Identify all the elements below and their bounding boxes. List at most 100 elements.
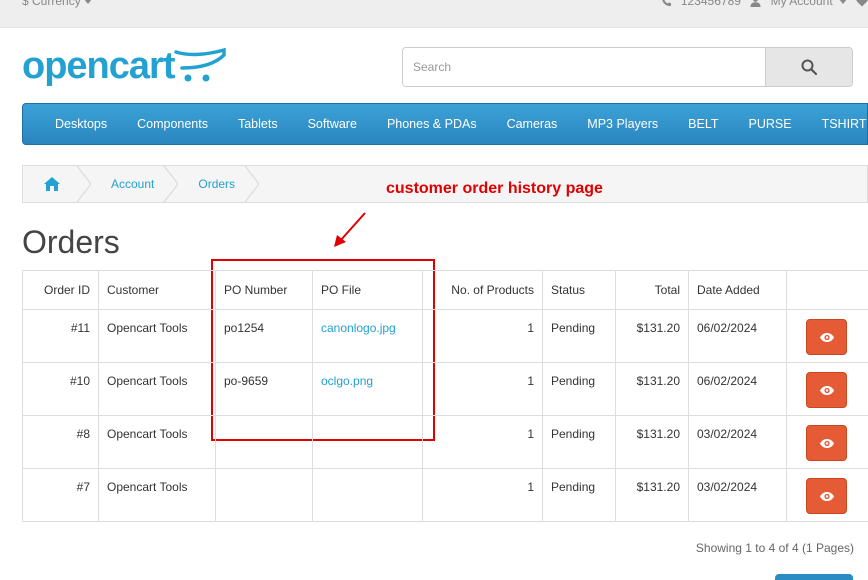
my-account-label: My Account <box>770 0 833 8</box>
pagination-summary: Showing 1 to 4 of 4 (1 Pages) <box>695 541 854 555</box>
action-cell <box>786 415 868 469</box>
table-row: #10 Opencart Tools po-9659 oclgo.png 1 P… <box>22 362 868 416</box>
total: $131.20 <box>615 362 689 416</box>
po-file-cell <box>312 415 423 469</box>
breadcrumb-separator <box>164 166 179 202</box>
menu-item-software[interactable]: Software <box>293 103 372 145</box>
po-file-cell: canonlogo.jpg <box>312 309 423 363</box>
search-icon <box>801 59 817 75</box>
breadcrumb-home[interactable] <box>23 166 91 202</box>
currency-dropdown[interactable]: $ Currency <box>22 0 92 8</box>
home-icon <box>44 177 60 191</box>
eye-icon <box>819 385 834 395</box>
po-file-cell: oclgo.png <box>312 362 423 416</box>
eye-icon <box>819 332 834 342</box>
orders-table: Order ID Customer PO Number PO File No. … <box>22 270 868 522</box>
status: Pending <box>542 468 616 522</box>
phone-icon <box>661 0 671 7</box>
logo-text: opencart <box>22 45 175 87</box>
annotation-label: customer order history page <box>386 180 603 197</box>
customer: Opencart Tools <box>98 415 216 469</box>
total: $131.20 <box>615 415 689 469</box>
po-file-link[interactable]: oclgo.png <box>321 374 373 388</box>
view-order-button[interactable] <box>806 319 847 355</box>
breadcrumb-account[interactable]: Account <box>91 166 179 202</box>
table-row: #7 Opencart Tools 1 Pending $131.20 03/0… <box>22 468 868 522</box>
continue-button[interactable] <box>775 574 853 580</box>
heart-icon <box>856 0 868 7</box>
date-added: 03/02/2024 <box>688 415 787 469</box>
date-added: 03/02/2024 <box>688 468 787 522</box>
search-input[interactable] <box>403 48 767 86</box>
po-number <box>215 415 313 469</box>
col-customer: Customer <box>98 270 216 310</box>
currency-label: $ Currency <box>22 0 81 8</box>
menu-item-desktops[interactable]: Desktops <box>23 103 122 145</box>
phone-link[interactable]: 123456789 <box>661 0 745 8</box>
product-count: 1 <box>422 468 543 522</box>
wishlist-link[interactable] <box>856 0 868 8</box>
total: $131.20 <box>615 309 689 363</box>
breadcrumb-orders-label: Orders <box>198 177 236 191</box>
product-count: 1 <box>422 362 543 416</box>
table-header-row: Order ID Customer PO Number PO File No. … <box>22 270 868 310</box>
view-order-button[interactable] <box>806 478 847 514</box>
table-row: #11 Opencart Tools po1254 canonlogo.jpg … <box>22 309 868 363</box>
eye-icon <box>819 438 834 448</box>
menu-item-cameras[interactable]: Cameras <box>492 103 573 145</box>
po-file-cell <box>312 468 423 522</box>
eye-icon <box>819 491 834 501</box>
top-bar: $ Currency 123456789 My Account <box>0 0 868 28</box>
menu-item-phones-pdas[interactable]: Phones & PDAs <box>372 103 492 145</box>
menu-item-mp3-players[interactable]: MP3 Players <box>572 103 673 145</box>
po-number: po-9659 <box>215 362 313 416</box>
caret-down-icon <box>838 0 847 5</box>
annotation-arrow <box>339 212 366 242</box>
customer: Opencart Tools <box>98 309 216 363</box>
order-id: #10 <box>22 362 99 416</box>
status: Pending <box>542 362 616 416</box>
menu-item-components[interactable]: Components <box>122 103 223 145</box>
po-number <box>215 468 313 522</box>
col-action <box>786 270 868 310</box>
col-po-file: PO File <box>312 270 423 310</box>
cart-icon <box>174 47 226 82</box>
search-button[interactable] <box>765 48 852 86</box>
product-count: 1 <box>422 415 543 469</box>
page-title: Orders <box>22 224 120 260</box>
view-order-button[interactable] <box>806 425 847 461</box>
breadcrumb-orders[interactable]: Orders <box>178 166 260 202</box>
order-id: #11 <box>22 309 99 363</box>
menu-item-purse[interactable]: PURSE <box>734 103 807 145</box>
col-total: Total <box>615 270 689 310</box>
order-id: #7 <box>22 468 99 522</box>
customer: Opencart Tools <box>98 468 216 522</box>
status: Pending <box>542 309 616 363</box>
po-file-link[interactable]: canonlogo.jpg <box>321 321 396 335</box>
date-added: 06/02/2024 <box>688 309 787 363</box>
user-icon <box>750 0 761 8</box>
breadcrumb-account-label: Account <box>111 177 155 191</box>
menu-item-tshirt[interactable]: TSHIRT <box>807 103 868 145</box>
product-count: 1 <box>422 309 543 363</box>
top-links: 123456789 My Account <box>655 0 868 8</box>
order-id: #8 <box>22 415 99 469</box>
search-bar <box>402 47 853 87</box>
action-cell <box>786 309 868 363</box>
my-account-dropdown[interactable]: My Account <box>750 0 850 8</box>
col-po-number: PO Number <box>215 270 313 310</box>
annotation-arrowhead <box>334 235 346 247</box>
menu-item-tablets[interactable]: Tablets <box>223 103 293 145</box>
main-menu: Desktops Components Tablets Software Pho… <box>22 103 868 145</box>
action-cell <box>786 362 868 416</box>
breadcrumb-separator <box>77 166 91 202</box>
po-number: po1254 <box>215 309 313 363</box>
col-order-id: Order ID <box>22 270 99 310</box>
caret-down-icon <box>83 0 92 5</box>
table-row: #8 Opencart Tools 1 Pending $131.20 03/0… <box>22 415 868 469</box>
breadcrumb-separator <box>245 166 260 202</box>
view-order-button[interactable] <box>806 372 847 408</box>
menu-item-belt[interactable]: BELT <box>673 103 733 145</box>
status: Pending <box>542 415 616 469</box>
col-status: Status <box>542 270 616 310</box>
